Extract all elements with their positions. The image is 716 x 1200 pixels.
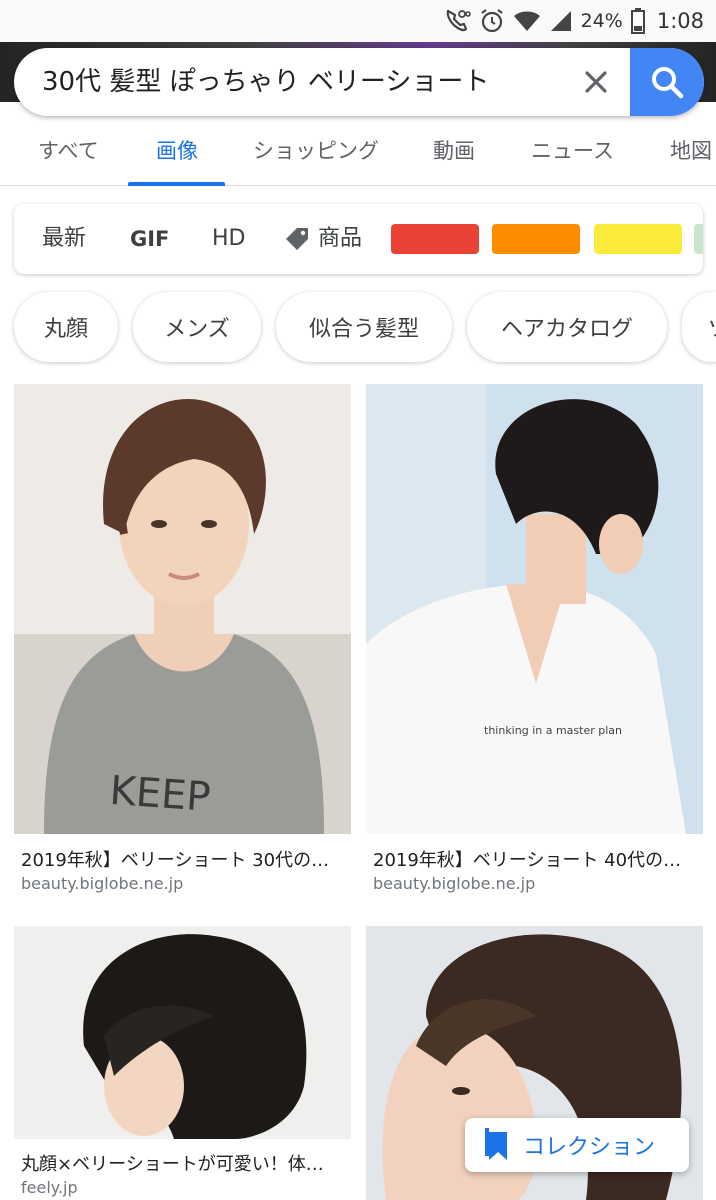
result-image-art: KEEP xyxy=(14,384,351,834)
chip-mens[interactable]: メンズ xyxy=(133,292,261,362)
color-filter-red[interactable] xyxy=(391,224,479,254)
result-title[interactable]: 2019年秋】ベリーショート 40代の… xyxy=(373,846,699,872)
status-bar: 24% 1:08 xyxy=(0,0,716,42)
result-image[interactable]: thinking in a master plan xyxy=(366,384,703,834)
filter-hd[interactable]: HD xyxy=(212,204,245,274)
filter-bar: 最新 GIF HD 商品 xyxy=(14,204,703,274)
result-image[interactable] xyxy=(14,926,351,1139)
clear-button[interactable] xyxy=(574,60,618,104)
tab-news[interactable]: ニュース xyxy=(531,120,614,186)
tab-shopping[interactable]: ショッピング xyxy=(253,120,379,186)
collection-label: コレクション xyxy=(523,1135,656,1160)
shirt-text: thinking in a master plan xyxy=(484,724,622,737)
color-filter-yellow[interactable] xyxy=(594,224,682,254)
tag-icon xyxy=(286,228,308,250)
status-icons: 24% 1:08 xyxy=(443,6,704,36)
bookmark-icon xyxy=(485,1128,507,1160)
filter-products-label: 商品 xyxy=(318,226,363,251)
alarm-icon xyxy=(480,9,503,33)
tab-maps[interactable]: 地図 xyxy=(670,120,712,186)
filter-products[interactable]: 商品 xyxy=(284,204,362,274)
result-title[interactable]: 2019年秋】ベリーショート 30代の… xyxy=(21,846,347,872)
wifi-icon xyxy=(513,11,540,31)
tab-all[interactable]: すべて xyxy=(38,120,99,186)
search-box[interactable]: 30代 髪型 ぽっちゃり ベリーショート xyxy=(14,48,704,116)
search-button[interactable] xyxy=(630,48,704,116)
search-tabs: すべて 画像 ショッピング 動画 ニュース 地図 xyxy=(0,120,716,186)
tab-images[interactable]: 画像 xyxy=(156,120,198,186)
result-source: beauty.biglobe.ne.jp xyxy=(21,874,184,893)
filter-newest[interactable]: 最新 xyxy=(42,204,86,274)
result-source: feely.jp xyxy=(21,1178,78,1197)
chip-hair-catalog[interactable]: ヘアカタログ xyxy=(467,292,667,362)
collection-button[interactable]: コレクション xyxy=(465,1118,689,1172)
result-source: beauty.biglobe.ne.jp xyxy=(373,874,536,893)
chip-suitable-style[interactable]: 似合う髪型 xyxy=(276,292,452,362)
clock: 1:08 xyxy=(656,9,704,33)
shirt-text: KEEP xyxy=(108,768,212,821)
result-image[interactable]: KEEP xyxy=(14,384,351,834)
signal-icon xyxy=(550,11,571,31)
chip-more[interactable]: ツ xyxy=(682,292,716,362)
tab-videos[interactable]: 動画 xyxy=(433,120,475,186)
filter-gif[interactable]: GIF xyxy=(130,204,169,274)
color-filter-orange[interactable] xyxy=(492,224,580,254)
close-icon xyxy=(585,71,607,93)
search-input[interactable]: 30代 髪型 ぽっちゃり ベリーショート xyxy=(42,48,489,116)
active-tab-indicator xyxy=(128,182,225,186)
search-icon xyxy=(652,67,684,99)
chip-round-face[interactable]: 丸顔 xyxy=(14,292,118,362)
result-title[interactable]: 丸顔×ベリーショートが可愛い！体… xyxy=(21,1150,347,1176)
color-filter-green[interactable] xyxy=(694,224,703,254)
battery-icon xyxy=(630,8,645,34)
result-image-art xyxy=(14,926,351,1139)
call-icon xyxy=(446,9,471,32)
result-image-art: thinking in a master plan xyxy=(366,384,703,834)
battery-percent: 24% xyxy=(580,10,623,32)
